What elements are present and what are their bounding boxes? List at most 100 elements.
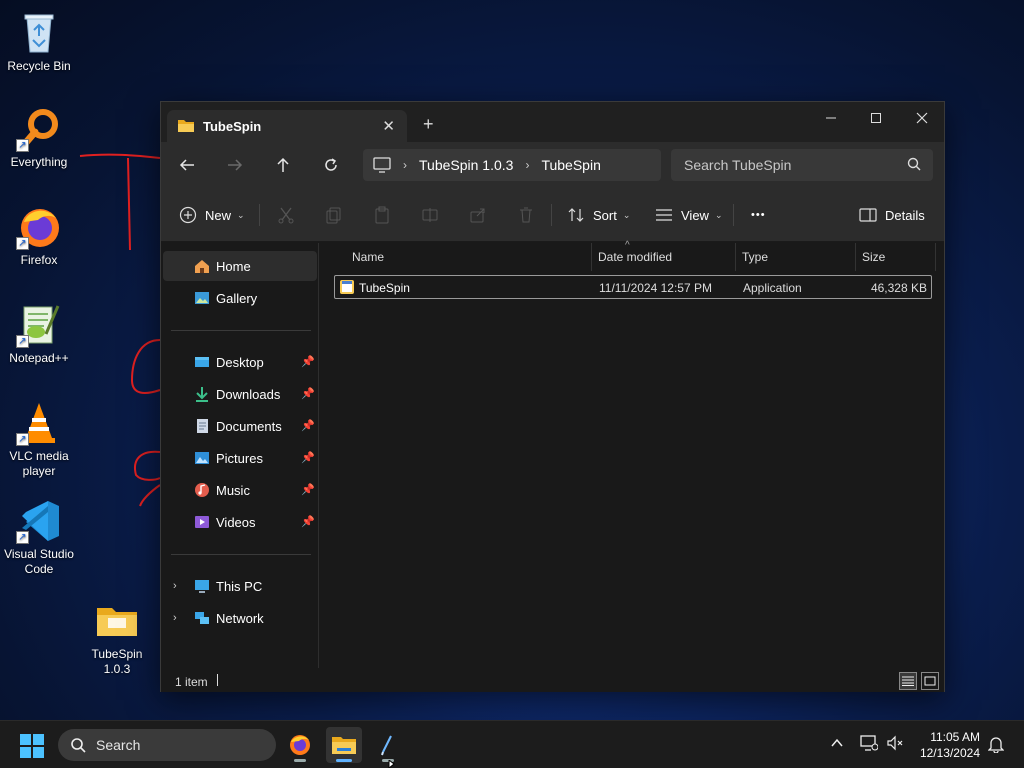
pictures-icon: [195, 452, 209, 464]
sidebar-item-desktop[interactable]: Desktop 📌: [163, 347, 317, 377]
sidebar-item-music[interactable]: Music 📌: [163, 475, 317, 505]
search-icon: [71, 738, 86, 753]
close-tab-button[interactable]: ✕: [382, 117, 395, 135]
up-button[interactable]: [269, 153, 297, 177]
search-placeholder: Search TubeSpin: [684, 157, 792, 173]
details-pane-button[interactable]: Details: [859, 203, 925, 227]
cut-icon[interactable]: [277, 206, 295, 224]
pen-icon: [381, 735, 392, 756]
arrow-right-icon: [228, 159, 243, 171]
toolbar-divider: [259, 204, 260, 226]
videos-icon: [195, 516, 209, 528]
file-date-modified: 11/11/2024 12:57 PM: [599, 281, 712, 295]
system-clock[interactable]: 11:05 AM 12/13/2024: [910, 729, 980, 761]
sidebar-item-documents[interactable]: Documents 📌: [163, 411, 317, 441]
taskbar-file-explorer[interactable]: [326, 727, 362, 763]
file-name: TubeSpin: [359, 281, 410, 295]
taskbar-firefox[interactable]: [282, 727, 318, 763]
computer-icon: [195, 580, 209, 593]
title-bar: TubeSpin ✕ +: [161, 102, 944, 142]
chevron-down-icon: ⌄: [622, 209, 631, 220]
sidebar-item-videos[interactable]: Videos 📌: [163, 507, 317, 537]
address-bar[interactable]: › TubeSpin 1.0.3 › TubeSpin: [363, 149, 661, 181]
desktop-icon-recycle-bin[interactable]: Recycle Bin: [0, 10, 78, 74]
sidebar-divider: [171, 554, 311, 555]
column-header-date[interactable]: Date modified: [592, 243, 736, 271]
more-options-button[interactable]: •••: [751, 203, 766, 227]
navigation-bar: › TubeSpin 1.0.3 › TubeSpin Search TubeS…: [161, 142, 944, 188]
pin-icon[interactable]: 📌: [301, 355, 315, 368]
details-pane-icon: [859, 208, 877, 222]
desktop-icon-vscode[interactable]: ↗ Visual Studio Code: [0, 498, 78, 577]
show-hidden-icons-button[interactable]: [830, 736, 844, 753]
pin-icon[interactable]: 📌: [301, 451, 315, 464]
minimize-button[interactable]: [808, 102, 854, 134]
back-button[interactable]: [173, 153, 201, 177]
network-status-button[interactable]: [860, 735, 879, 754]
search-box[interactable]: Search TubeSpin: [671, 149, 933, 181]
volume-button[interactable]: [886, 735, 904, 754]
home-icon: [195, 260, 209, 273]
breadcrumb-tubespin-1-0-3[interactable]: TubeSpin 1.0.3: [419, 157, 513, 173]
copy-icon[interactable]: [325, 206, 343, 224]
sort-icon: [568, 208, 584, 222]
view-button[interactable]: View ⌄: [655, 203, 723, 227]
download-icon: [196, 387, 208, 402]
active-indicator: [336, 759, 352, 762]
gallery-icon: [195, 292, 209, 304]
start-button[interactable]: [20, 734, 44, 761]
notepad-plus-plus-icon: ↗: [16, 302, 62, 348]
desktop-icon-notepad-plus-plus[interactable]: ↗ Notepad++: [0, 302, 78, 366]
chevron-down-icon: ⌄: [237, 209, 245, 220]
share-icon[interactable]: [469, 206, 487, 224]
sidebar-item-downloads[interactable]: Downloads 📌: [163, 379, 317, 409]
desktop-icon-firefox[interactable]: ↗ Firefox: [0, 204, 78, 268]
new-button[interactable]: New ⌄: [179, 203, 245, 227]
column-header-size[interactable]: Size: [856, 243, 936, 271]
tab-tubespin[interactable]: TubeSpin ✕: [167, 110, 407, 142]
taskbar-search[interactable]: Search: [58, 729, 276, 761]
sidebar-divider: [171, 330, 311, 331]
sidebar-item-home[interactable]: Home: [163, 251, 317, 281]
breadcrumb-tubespin[interactable]: TubeSpin: [541, 157, 600, 173]
file-size: 46,328 KB: [870, 281, 927, 295]
close-window-button[interactable]: [899, 102, 945, 134]
pin-icon[interactable]: 📌: [301, 515, 315, 528]
details-view-icon: [902, 676, 914, 686]
search-icon: [907, 157, 921, 171]
desktop-icon-everything[interactable]: ↗ Everything: [0, 106, 78, 170]
chevron-right-icon[interactable]: ›: [173, 580, 177, 592]
sort-button[interactable]: Sort ⌄: [567, 203, 630, 227]
forward-button[interactable]: [221, 153, 249, 177]
sidebar-item-this-pc[interactable]: › This PC: [163, 571, 317, 601]
status-bar: 1 item: [161, 668, 944, 692]
file-type: Application: [743, 281, 802, 295]
notifications-button[interactable]: [987, 735, 1005, 756]
chevron-down-icon: ⌄: [714, 209, 723, 220]
maximize-button[interactable]: [853, 102, 899, 134]
delete-icon[interactable]: [517, 206, 535, 224]
desktop-icon-tubespin-folder[interactable]: TubeSpin 1.0.3: [78, 598, 156, 677]
sidebar-item-network[interactable]: › Network: [163, 603, 317, 633]
pin-icon[interactable]: 📌: [301, 387, 315, 400]
everything-search-icon: ↗: [16, 106, 62, 152]
refresh-button[interactable]: [317, 153, 345, 177]
table-row[interactable]: TubeSpin 11/11/2024 12:57 PM Application…: [334, 275, 932, 299]
details-view-button[interactable]: [899, 672, 917, 690]
computer-icon: [373, 157, 391, 173]
status-divider: [217, 674, 218, 686]
rename-icon[interactable]: [421, 206, 439, 224]
pin-icon[interactable]: 📌: [301, 483, 315, 496]
maximize-icon: [871, 113, 881, 123]
new-tab-button[interactable]: +: [423, 114, 434, 135]
paste-icon[interactable]: [373, 206, 391, 224]
chevron-right-icon[interactable]: ›: [173, 612, 177, 624]
column-header-name[interactable]: Name: [346, 243, 592, 271]
tiles-view-button[interactable]: [921, 672, 939, 690]
column-header-type[interactable]: Type: [736, 243, 856, 271]
taskbar-pen-app[interactable]: [370, 727, 406, 763]
desktop-icon-vlc[interactable]: ↗ VLC media player: [0, 400, 78, 479]
sidebar-item-pictures[interactable]: Pictures 📌: [163, 443, 317, 473]
sidebar-item-gallery[interactable]: Gallery: [163, 283, 317, 313]
pin-icon[interactable]: 📌: [301, 419, 315, 432]
